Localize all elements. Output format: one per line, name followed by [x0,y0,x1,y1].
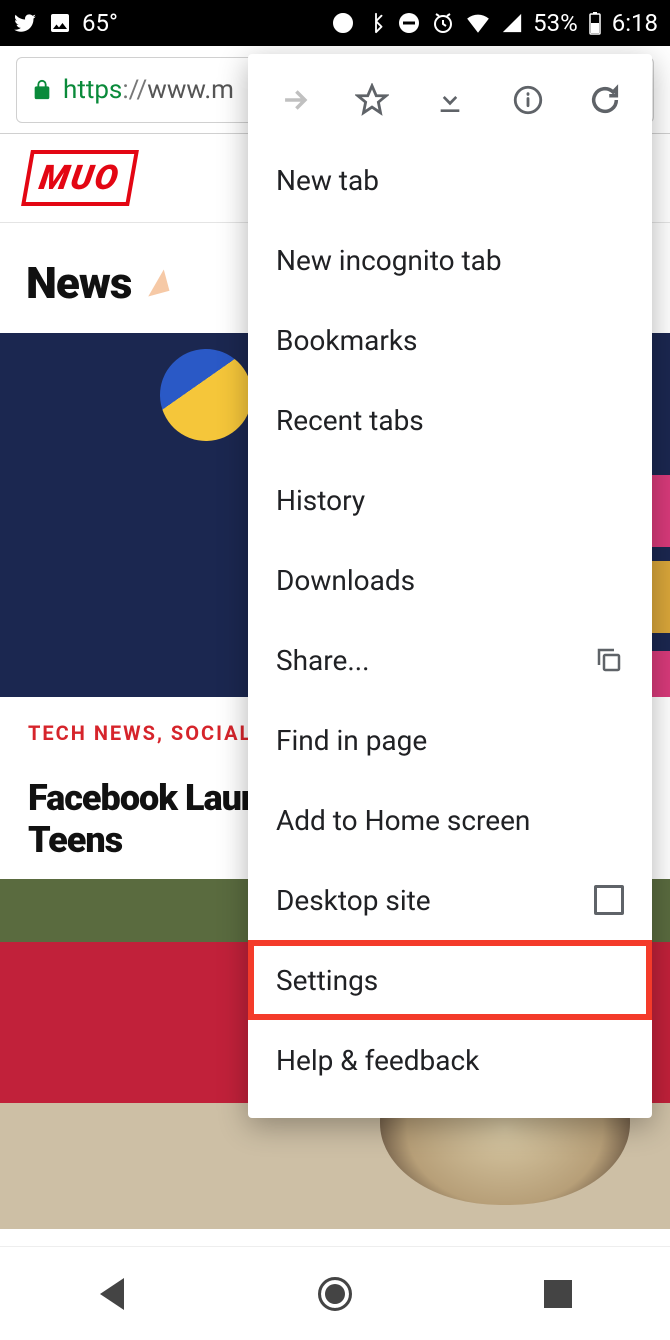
page-info-button[interactable] [498,70,558,130]
menu-item-bookmarks[interactable]: Bookmarks [248,300,652,380]
url-text: https://www.m [63,75,234,105]
menu-icon-row [248,60,652,140]
site-logo[interactable]: MUO [21,150,138,206]
temperature-badge: 65° [82,9,118,37]
menu-item-add-to-home[interactable]: Add to Home screen [248,780,652,860]
copy-icon [594,645,624,675]
system-nav-bar [0,1246,670,1340]
menu-label: New incognito tab [276,244,502,277]
menu-label: Desktop site [276,884,431,917]
menu-label: Recent tabs [276,404,424,437]
overflow-menu: New tab New incognito tab Bookmarks Rece… [248,54,652,1118]
menu-item-share[interactable]: Share... [248,620,652,700]
menu-item-new-tab[interactable]: New tab [248,140,652,220]
menu-item-history[interactable]: History [248,460,652,540]
menu-label: New tab [276,164,379,197]
url-rest: www.m [147,75,234,105]
do-not-disturb-icon [397,11,421,35]
desktop-site-checkbox[interactable] [594,885,624,915]
url-separator: :// [122,75,147,105]
menu-label: Bookmarks [276,324,418,357]
menu-item-recent-tabs[interactable]: Recent tabs [248,380,652,460]
menu-label: History [276,484,365,517]
temperature-value: 65° [82,9,118,37]
forward-button[interactable] [265,70,325,130]
image-icon [48,11,72,35]
menu-item-help-feedback[interactable]: Help & feedback [248,1020,652,1100]
status-bar: 65° 53% 6: [0,0,670,46]
reload-button[interactable] [575,70,635,130]
menu-item-new-incognito[interactable]: New incognito tab [248,220,652,300]
menu-label: Settings [276,964,378,997]
wifi-icon [465,10,491,36]
cell-signal-icon [501,12,523,34]
download-button[interactable] [420,70,480,130]
data-saver-icon [331,11,355,35]
menu-label: Downloads [276,564,415,597]
bluetooth-icon [365,12,387,34]
menu-label: Share... [276,644,370,677]
menu-item-downloads[interactable]: Downloads [248,540,652,620]
nav-home-button[interactable] [295,1264,375,1324]
section-arrow-icon [143,270,170,297]
alarm-icon [431,11,455,35]
menu-label: Help & feedback [276,1044,479,1077]
menu-item-settings[interactable]: Settings [248,940,652,1020]
battery-percent: 53% [533,9,578,37]
lock-icon [31,79,53,101]
nav-recent-button[interactable] [518,1264,598,1324]
nav-back-button[interactable] [72,1264,152,1324]
menu-label: Add to Home screen [276,804,530,837]
section-title: News [26,257,131,309]
twitter-icon [12,10,38,36]
url-scheme: https [63,75,122,105]
menu-label: Find in page [276,724,427,757]
menu-item-find-in-page[interactable]: Find in page [248,700,652,780]
bookmark-button[interactable] [342,70,402,130]
menu-item-desktop-site[interactable]: Desktop site [248,860,652,940]
battery-icon [588,11,602,35]
clock: 6:18 [612,9,658,37]
